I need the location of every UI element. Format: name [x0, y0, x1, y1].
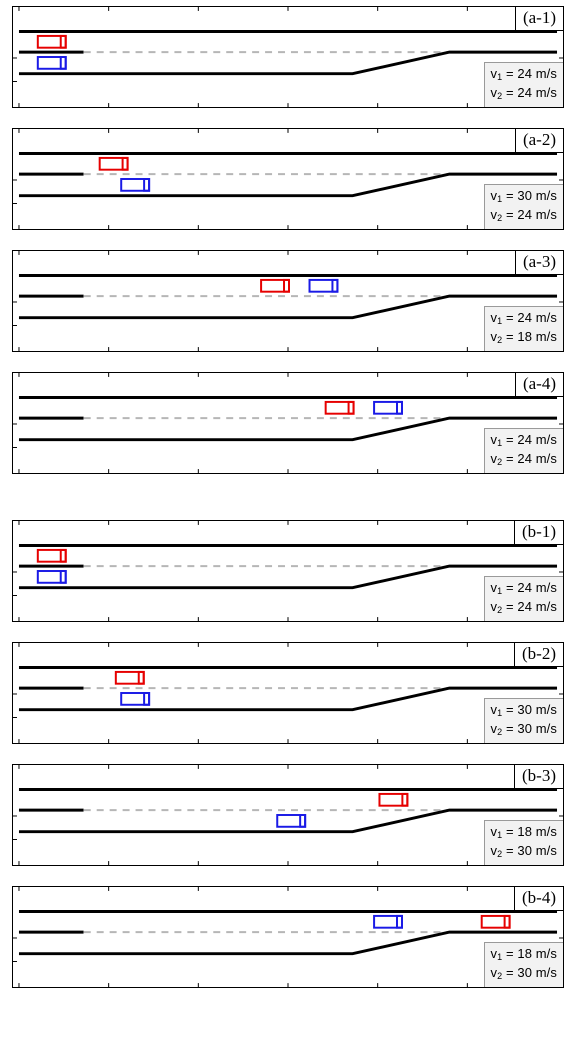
panel-label: (a-1) [515, 6, 564, 31]
v-unit: m/s [536, 329, 557, 344]
velocity-box: v1 = 24 m/sv2 = 24 m/s [484, 62, 563, 107]
panel-label: (b-2) [514, 642, 564, 667]
v2-value: 24 [517, 85, 532, 100]
v1-value: 24 [517, 310, 532, 325]
v-unit: m/s [536, 432, 557, 447]
v2-value: 30 [517, 843, 532, 858]
vehicle-blue [38, 57, 66, 69]
vehicle-blue [121, 693, 149, 705]
vehicle-red [38, 36, 66, 48]
v2-value: 30 [517, 965, 532, 980]
panel-a1: (a-1) v1 = 24 m/sv2 = 24 m/s [12, 6, 564, 108]
velocity-box: v1 = 30 m/sv2 = 24 m/s [484, 184, 563, 229]
v1-line: v1 = 24 m/s [491, 580, 557, 599]
v-unit: m/s [536, 310, 557, 325]
vehicle-red [379, 794, 407, 806]
panel-b3: (b-3) v1 = 18 m/sv2 = 30 m/s [12, 764, 564, 866]
vehicle-red [482, 916, 510, 928]
v-unit: m/s [536, 85, 557, 100]
v1-line: v1 = 24 m/s [491, 432, 557, 451]
v1-value: 24 [517, 66, 532, 81]
v1-line: v1 = 30 m/s [491, 188, 557, 207]
vehicle-blue [374, 916, 402, 928]
v1-value: 24 [517, 580, 532, 595]
panel-label: (a-4) [515, 372, 564, 397]
panel-a2: (a-2) v1 = 30 m/sv2 = 24 m/s [12, 128, 564, 230]
v2-line: v2 = 30 m/s [491, 721, 557, 740]
v1-value: 18 [517, 946, 532, 961]
v1-value: 30 [517, 188, 532, 203]
velocity-box: v1 = 24 m/sv2 = 24 m/s [484, 576, 563, 621]
v1-value: 18 [517, 824, 532, 839]
v-unit: m/s [536, 721, 557, 736]
v2-value: 18 [517, 329, 532, 344]
v-unit: m/s [536, 965, 557, 980]
v2-value: 24 [517, 451, 532, 466]
v2-value: 24 [517, 599, 532, 614]
vehicle-blue [121, 179, 149, 191]
panel-b1: (b-1) v1 = 24 m/sv2 = 24 m/s [12, 520, 564, 622]
v2-line: v2 = 24 m/s [491, 599, 557, 618]
panel-label: (a-2) [515, 128, 564, 153]
v2-line: v2 = 30 m/s [491, 843, 557, 862]
v-unit: m/s [536, 188, 557, 203]
vehicle-red [326, 402, 354, 414]
v-unit: m/s [536, 599, 557, 614]
velocity-box: v1 = 24 m/sv2 = 18 m/s [484, 306, 563, 351]
v-unit: m/s [536, 451, 557, 466]
v-unit: m/s [536, 946, 557, 961]
v-unit: m/s [536, 207, 557, 222]
panel-label: (b-1) [514, 520, 564, 545]
vehicle-blue [310, 280, 338, 292]
panel-a3: (a-3) v1 = 24 m/sv2 = 18 m/s [12, 250, 564, 352]
panel-label: (a-3) [515, 250, 564, 275]
figure-canvas: (a-1)v1 = 24 m/sv2 = 24 m/s(a-2)v1 = 30 … [0, 0, 576, 1060]
vehicle-blue [277, 815, 305, 827]
vehicle-blue [374, 402, 402, 414]
v2-line: v2 = 24 m/s [491, 207, 557, 226]
vehicle-blue [38, 571, 66, 583]
panel-b4: (b-4) v1 = 18 m/sv2 = 30 m/s [12, 886, 564, 988]
panel-a4: (a-4) v1 = 24 m/sv2 = 24 m/s [12, 372, 564, 474]
vehicle-red [100, 158, 128, 170]
v1-line: v1 = 30 m/s [491, 702, 557, 721]
v2-value: 30 [517, 721, 532, 736]
v1-line: v1 = 24 m/s [491, 66, 557, 85]
v2-line: v2 = 18 m/s [491, 329, 557, 348]
v-unit: m/s [536, 702, 557, 717]
v2-line: v2 = 24 m/s [491, 85, 557, 104]
v1-value: 30 [517, 702, 532, 717]
v1-line: v1 = 18 m/s [491, 824, 557, 843]
v1-value: 24 [517, 432, 532, 447]
velocity-box: v1 = 18 m/sv2 = 30 m/s [484, 942, 563, 987]
velocity-box: v1 = 24 m/sv2 = 24 m/s [484, 428, 563, 473]
vehicle-red [38, 550, 66, 562]
v-unit: m/s [536, 843, 557, 858]
panel-b2: (b-2) v1 = 30 m/sv2 = 30 m/s [12, 642, 564, 744]
vehicle-red [261, 280, 289, 292]
v2-line: v2 = 30 m/s [491, 965, 557, 984]
velocity-box: v1 = 18 m/sv2 = 30 m/s [484, 820, 563, 865]
velocity-box: v1 = 30 m/sv2 = 30 m/s [484, 698, 563, 743]
v-unit: m/s [536, 66, 557, 81]
v1-line: v1 = 24 m/s [491, 310, 557, 329]
panel-label: (b-4) [514, 886, 564, 911]
v1-line: v1 = 18 m/s [491, 946, 557, 965]
v-unit: m/s [536, 580, 557, 595]
v2-line: v2 = 24 m/s [491, 451, 557, 470]
vehicle-red [116, 672, 144, 684]
panel-label: (b-3) [514, 764, 564, 789]
v2-value: 24 [517, 207, 532, 222]
v-unit: m/s [536, 824, 557, 839]
